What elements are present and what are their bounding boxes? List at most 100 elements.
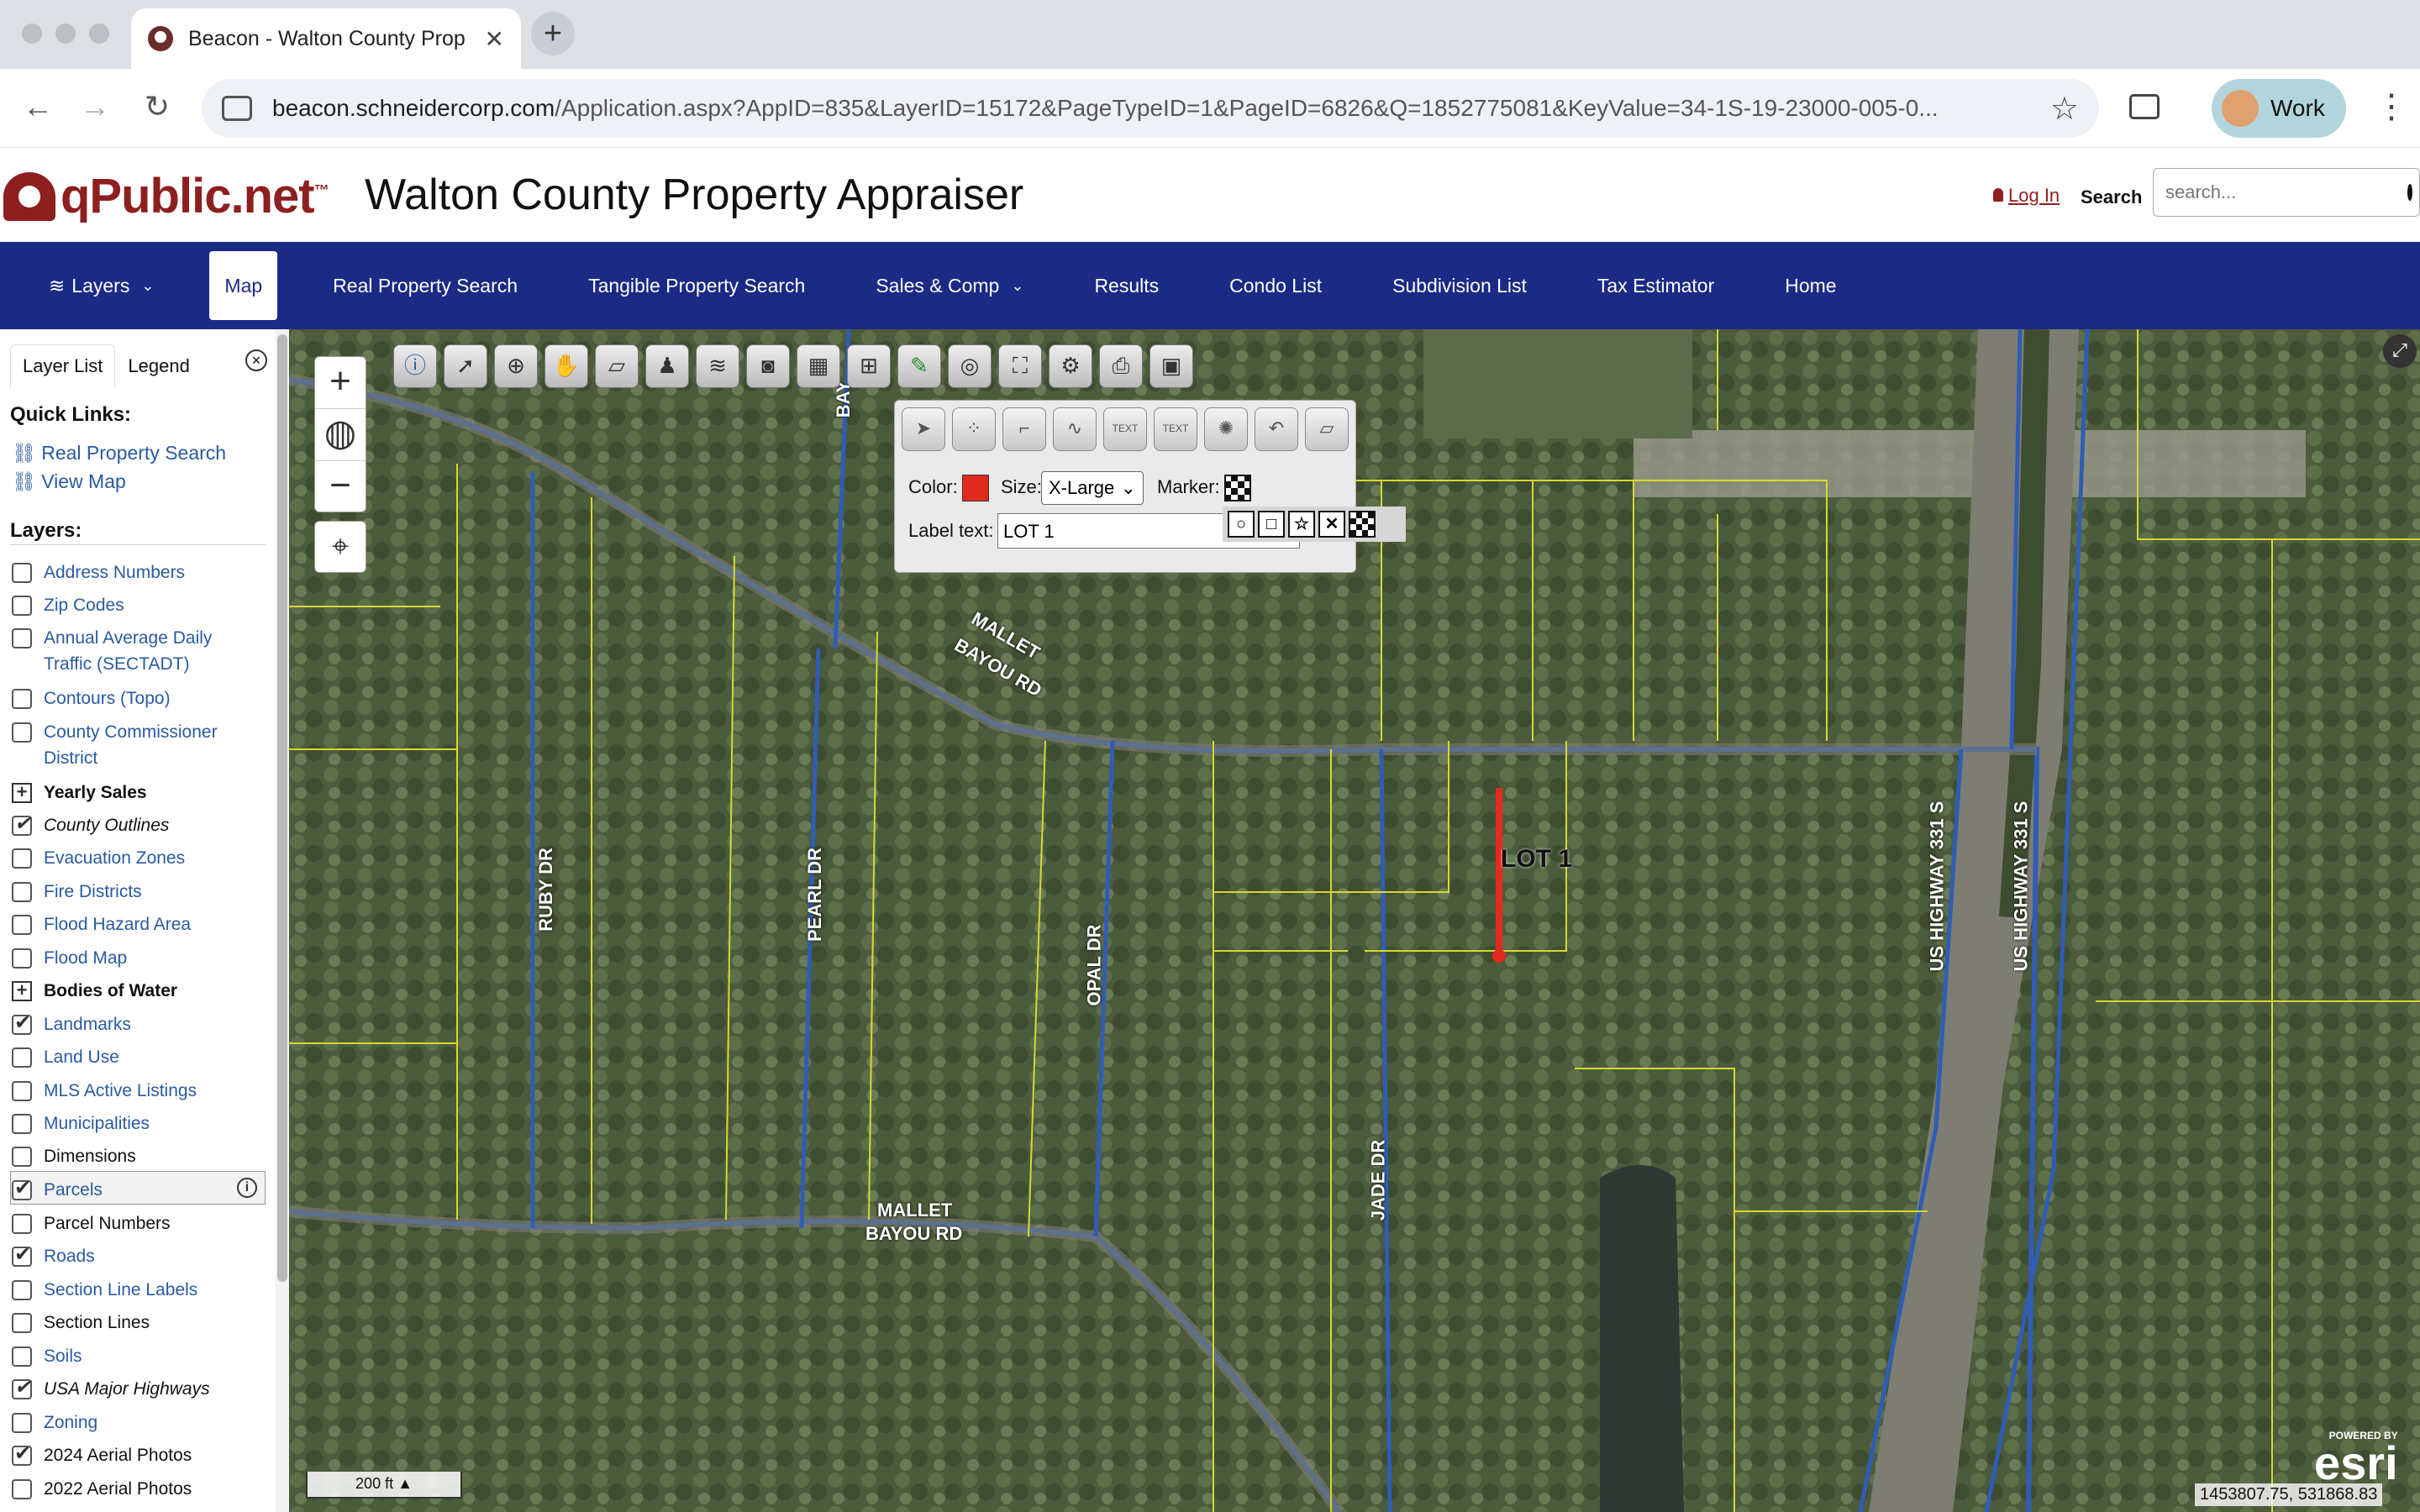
tab-legend[interactable]: Legend	[115, 344, 203, 387]
nav-subdivision-list[interactable]: Subdivision List	[1377, 251, 1542, 320]
close-panel-icon[interactable]: ×	[245, 349, 267, 371]
marker-star-icon[interactable]: ☆	[1288, 511, 1315, 538]
search-icon[interactable]	[2407, 184, 2412, 201]
draw-polyline-icon[interactable]: ⌐	[1002, 407, 1046, 451]
search-input[interactable]	[2165, 181, 2407, 203]
measure-icon[interactable]: ⚙	[1049, 344, 1092, 388]
buffer-icon[interactable]: ◎	[948, 344, 992, 388]
draw-pencil-icon[interactable]: ✎	[897, 344, 941, 388]
draw-polygon-icon[interactable]: ✺	[1204, 407, 1248, 451]
color-swatch[interactable]	[962, 475, 989, 501]
layer-group-bodies-of-water[interactable]: + Bodies of Water	[12, 978, 264, 1004]
marker-square-icon[interactable]: □	[1258, 511, 1285, 538]
checkbox[interactable]	[12, 882, 32, 902]
drawn-line-endpoint[interactable]	[1492, 949, 1506, 963]
nav-map[interactable]: Map	[209, 251, 278, 320]
save-disk-icon[interactable]: ▣	[1150, 344, 1193, 388]
nav-tangible-property-search[interactable]: Tangible Property Search	[573, 251, 820, 320]
site-settings-icon[interactable]	[222, 96, 252, 121]
fullscreen-icon[interactable]: ⤢	[2383, 334, 2417, 368]
layer-usa-major-highways[interactable]: USA Major Highways	[12, 1374, 264, 1402]
layer-evacuation-zones[interactable]: Evacuation Zones	[12, 845, 264, 871]
expand-plus-icon[interactable]: +	[12, 981, 32, 1001]
checkbox[interactable]	[12, 722, 32, 743]
draw-point-icon[interactable]: ⁘	[952, 407, 996, 451]
layer-contours[interactable]: Contours (Topo)	[12, 685, 264, 711]
checkbox[interactable]	[12, 1413, 32, 1433]
nav-sales-comp[interactable]: Sales & Comp ⌄	[860, 251, 1039, 320]
eraser-icon[interactable]: ▱	[595, 344, 639, 388]
login-link[interactable]: Log In	[1993, 185, 2060, 207]
checkbox[interactable]	[12, 1242, 32, 1268]
checkbox[interactable]	[12, 1280, 32, 1300]
layer-zip-codes[interactable]: Zip Codes	[12, 592, 264, 618]
draw-freehand-icon[interactable]: ∿	[1053, 407, 1097, 451]
layer-mls-active-listings[interactable]: MLS Active Listings	[12, 1078, 264, 1104]
checkbox[interactable]	[12, 596, 32, 616]
nav-condo-list[interactable]: Condo List	[1214, 251, 1337, 320]
layer-parcel-numbers[interactable]: Parcel Numbers	[12, 1210, 264, 1236]
checkbox[interactable]	[12, 848, 32, 869]
checkbox[interactable]	[12, 1047, 32, 1068]
globe-icon[interactable]: ◍	[315, 409, 366, 461]
checkbox[interactable]	[12, 915, 32, 935]
tab-layer-list[interactable]: Layer List	[10, 344, 116, 387]
layer-roads[interactable]: Roads	[12, 1242, 264, 1269]
draw-text-icon[interactable]: TEXT	[1103, 407, 1147, 451]
layer-county-outlines[interactable]: County Outlines	[12, 811, 264, 838]
quick-link-real-property-search[interactable]: ⛓ Real Property Search	[12, 442, 226, 465]
checkbox[interactable]	[12, 1081, 32, 1101]
close-window-button[interactable]	[22, 24, 42, 44]
more-menu-icon[interactable]: ⋮	[2375, 87, 2408, 126]
checkbox[interactable]	[12, 1347, 32, 1367]
layer-fire-districts[interactable]: Fire Districts	[12, 879, 264, 905]
marker-picker[interactable]	[1224, 475, 1251, 501]
layer-municipalities[interactable]: Municipalities	[12, 1110, 264, 1137]
cast-icon[interactable]	[2129, 94, 2160, 119]
identify-info-icon[interactable]: ⓘ	[393, 344, 437, 388]
profile-button[interactable]: Work	[2212, 79, 2346, 138]
nav-results[interactable]: Results	[1079, 251, 1174, 320]
checkbox[interactable]	[12, 563, 32, 583]
layer-dimensions[interactable]: Dimensions	[12, 1143, 264, 1169]
panel-scrollbar-thumb[interactable]	[277, 334, 287, 1282]
draw-label-icon[interactable]: TEXT	[1154, 407, 1197, 451]
browser-tab[interactable]: Beacon - Walton County Prop ✕	[131, 8, 521, 69]
checkbox[interactable]	[12, 1010, 32, 1036]
layer-zoning[interactable]: Zoning	[12, 1410, 264, 1436]
new-tab-button[interactable]: +	[531, 12, 575, 55]
overview-map-icon[interactable]: ▦	[797, 344, 840, 388]
print-icon[interactable]: ⎙	[1099, 344, 1143, 388]
quick-link-view-map[interactable]: ⛓ View Map	[12, 470, 126, 493]
checkbox[interactable]	[12, 1147, 32, 1167]
checkbox[interactable]	[12, 948, 32, 969]
close-icon[interactable]: ✕	[485, 25, 504, 53]
pan-hand-icon[interactable]: ✋	[544, 344, 588, 388]
bookmark-star-icon[interactable]: ☆	[2050, 90, 2079, 128]
locate-crosshair-icon[interactable]: ⌖	[314, 521, 366, 573]
marker-circle-icon[interactable]: ○	[1228, 511, 1255, 538]
layer-address-numbers[interactable]: Address Numbers	[12, 559, 264, 585]
layer-group-yearly-sales[interactable]: + Yearly Sales	[12, 780, 264, 806]
layer-land-use[interactable]: Land Use	[12, 1044, 264, 1070]
maximize-window-button[interactable]	[89, 24, 109, 44]
checkbox[interactable]	[12, 628, 32, 648]
checkbox[interactable]	[12, 1214, 32, 1234]
select-arrow-icon[interactable]: ➚	[444, 344, 487, 388]
checkbox[interactable]	[12, 1175, 32, 1201]
checkbox[interactable]	[12, 1374, 32, 1400]
checkbox[interactable]	[12, 1114, 32, 1134]
qpublic-logo[interactable]: qPublic.net™	[3, 168, 329, 224]
nav-real-property-search[interactable]: Real Property Search	[318, 251, 533, 320]
marker-x-icon[interactable]: ✕	[1318, 511, 1345, 538]
map-annotation-label[interactable]: LOT 1	[1501, 845, 1572, 874]
layer-parcels[interactable]: Parcels	[12, 1175, 264, 1203]
zoom-in-button[interactable]: +	[315, 357, 366, 409]
draw-select-icon[interactable]: ➤	[902, 407, 945, 451]
expand-plus-icon[interactable]: +	[12, 783, 32, 803]
zoom-box-icon[interactable]: ⊕	[494, 344, 538, 388]
layer-2024-aerial-photos[interactable]: 2024 Aerial Photos	[12, 1441, 264, 1468]
zoom-out-button[interactable]: −	[315, 461, 366, 513]
street-view-icon[interactable]: ♟	[645, 344, 689, 388]
nav-layers[interactable]: ≋ Layers ⌄	[34, 251, 169, 320]
